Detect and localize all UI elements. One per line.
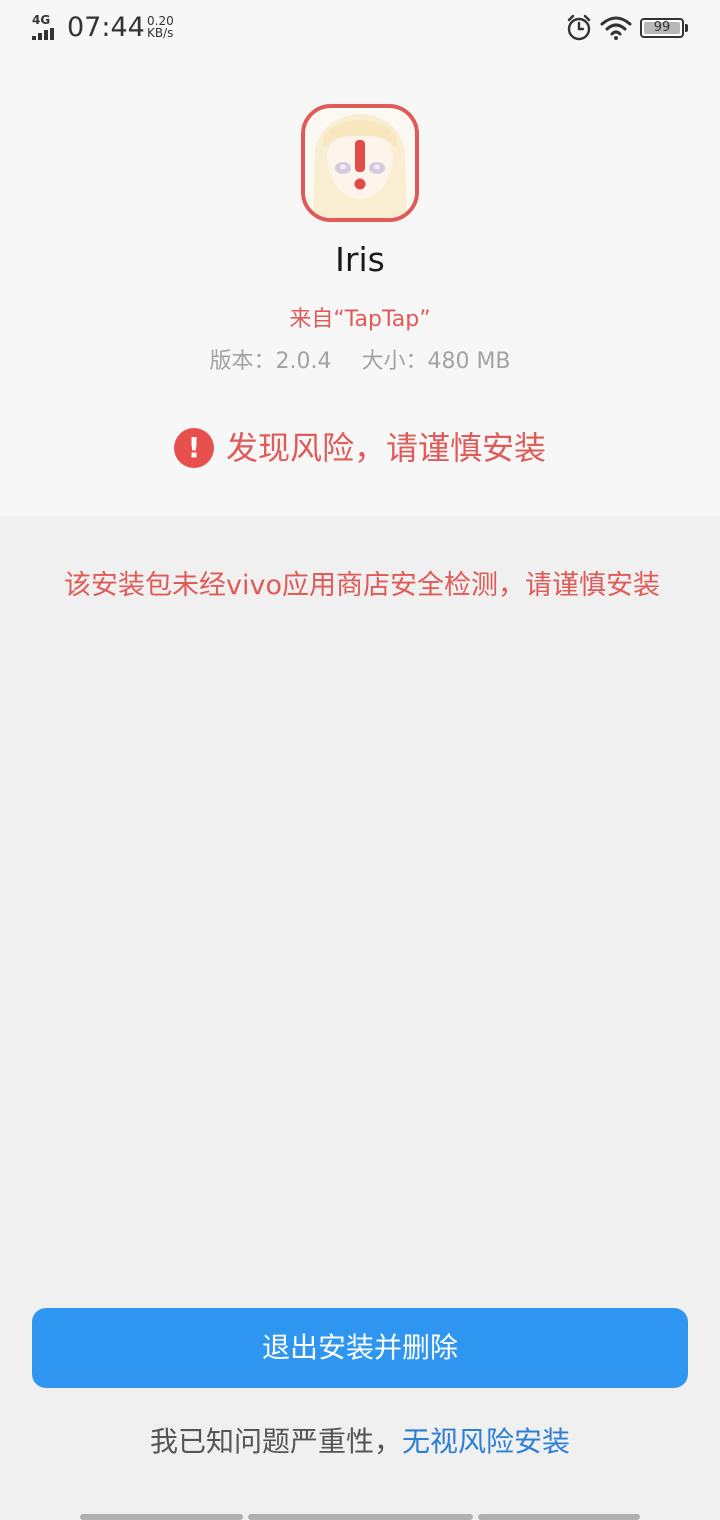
network-speed: 0.20 KB/s (147, 15, 174, 39)
exit-and-delete-button[interactable]: 退出安装并删除 (32, 1308, 688, 1388)
risk-headline: ! 发现风险，请谨慎安装 (0, 426, 720, 470)
nav-hint-right[interactable] (478, 1514, 640, 1520)
app-artwork-icon (305, 108, 415, 218)
app-source: 来自“TapTap” (289, 307, 431, 332)
alarm-icon (567, 14, 591, 41)
network-type: 4G (32, 13, 51, 27)
app-version: 版本：2.0.4 (209, 349, 332, 374)
app-size: 大小：480 MB (361, 349, 511, 374)
battery-icon: 99 (640, 18, 688, 38)
wifi-icon (600, 16, 632, 40)
nav-hint-left[interactable] (80, 1514, 243, 1520)
warning-icon: ! (173, 428, 214, 468)
signal-icon: 4G (32, 14, 56, 40)
app-icon (301, 104, 419, 222)
acknowledge-text: 我已知问题严重性， (149, 1425, 402, 1458)
status-bar: 4G 07:44 0.20 KB/s 99 (0, 0, 720, 58)
nav-hint-center[interactable] (248, 1514, 473, 1520)
app-name: Iris (335, 240, 385, 279)
acknowledge-line: 我已知问题严重性，无视风险安装 (0, 1420, 720, 1464)
risk-headline-text: 发现风险，请谨慎安装 (225, 429, 546, 467)
gesture-navigation-bar[interactable] (0, 1514, 720, 1520)
app-meta: 版本：2.0.4 大小：480 MB (0, 346, 720, 378)
risk-description: 该安装包未经vivo应用商店安全检测，请谨慎安装 (64, 570, 660, 601)
battery-level: 99 (653, 20, 671, 35)
status-time: 07:44 (67, 12, 145, 43)
network-speed-unit: KB/s (147, 26, 174, 40)
ignore-risk-install-link[interactable]: 无视风险安装 (402, 1425, 570, 1458)
